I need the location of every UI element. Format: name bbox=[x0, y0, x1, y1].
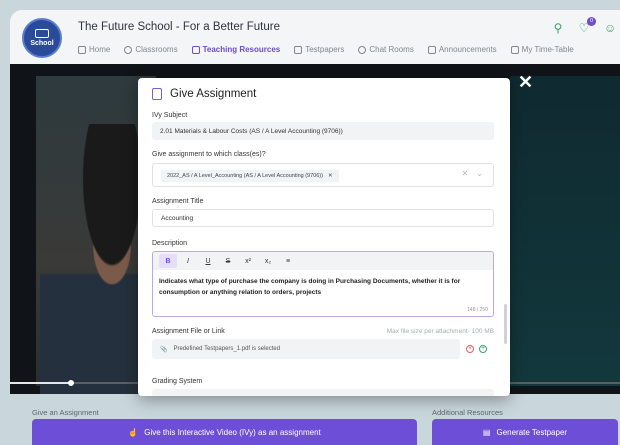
modal-title: Give Assignment bbox=[152, 88, 256, 100]
add-file-icon[interactable]: + bbox=[479, 345, 487, 353]
give-assignment-section-label: Give an Assignment bbox=[32, 408, 99, 417]
max-file-size: Max file size per attachment- 100 MB bbox=[386, 328, 494, 335]
description-text[interactable]: Indicates what type of purchase the comp… bbox=[153, 270, 493, 304]
button-label: Give this Interactive Video (IVy) as an … bbox=[144, 427, 321, 437]
char-counter: 148 / 250 bbox=[467, 307, 488, 313]
editor-toolbar: B I U S x² x₂ ≡ bbox=[153, 252, 493, 270]
nav-teaching-resources[interactable]: Teaching Resources bbox=[191, 45, 281, 54]
modal-scrollbar[interactable] bbox=[504, 304, 507, 344]
video-progress-fill bbox=[10, 382, 71, 384]
assignment-title-input[interactable]: Accounting bbox=[152, 209, 494, 227]
document-icon: ▤ bbox=[482, 427, 491, 437]
modal-title-text: Give Assignment bbox=[170, 88, 257, 100]
list-button[interactable]: ≡ bbox=[279, 254, 297, 268]
chat-icon bbox=[358, 45, 367, 54]
nav-chat-rooms[interactable]: Chat Rooms bbox=[358, 45, 414, 54]
bottom-actions: Give an Assignment ☝ Give this Interacti… bbox=[10, 394, 620, 445]
nav-label: My Time-Table bbox=[521, 45, 574, 54]
remove-file-icon[interactable]: × bbox=[466, 345, 474, 353]
generate-testpaper-button[interactable]: ▤ Generate Testpaper bbox=[432, 419, 618, 445]
megaphone-icon bbox=[427, 45, 436, 54]
clear-icon[interactable]: ✕ bbox=[462, 169, 469, 178]
nav-label: Home bbox=[89, 45, 111, 54]
button-label: Generate Testpaper bbox=[496, 427, 568, 437]
main-nav: Home Classrooms Teaching Resources Testp… bbox=[78, 45, 574, 54]
paperclip-icon: 📎 bbox=[160, 346, 168, 353]
chip-label: 2022_AS / A Level_Accounting (AS / A Lev… bbox=[167, 173, 323, 179]
superscript-button[interactable]: x² bbox=[239, 254, 257, 268]
app-header: School The Future School - For a Better … bbox=[10, 10, 620, 64]
description-label: Description bbox=[152, 240, 188, 247]
give-assignment-modal: Give Assignment IVy Subject 2.01 Materia… bbox=[138, 78, 510, 396]
nav-label: Teaching Resources bbox=[202, 45, 281, 54]
file-row: 📎 Predefined Testpapers_1.pdf is selecte… bbox=[152, 339, 494, 359]
ivy-subject-field: 2.01 Materials & Labour Costs (AS / A Le… bbox=[152, 122, 494, 140]
testpapers-icon bbox=[294, 45, 303, 54]
logo-text: School bbox=[30, 40, 54, 47]
grading-label: Grading System bbox=[152, 378, 203, 385]
additional-resources-label: Additional Resources bbox=[432, 408, 503, 417]
nav-label: Testpapers bbox=[305, 45, 345, 54]
select-controls: ✕ ⌄ bbox=[462, 169, 483, 178]
file-field: 📎 Predefined Testpapers_1.pdf is selecte… bbox=[152, 339, 460, 359]
classrooms-icon bbox=[124, 45, 133, 54]
subscript-button[interactable]: x₂ bbox=[259, 254, 277, 268]
close-icon[interactable]: ✕ bbox=[518, 72, 533, 93]
class-chip: 2022_AS / A Level_Accounting (AS / A Lev… bbox=[161, 170, 339, 182]
video-progress-handle[interactable] bbox=[68, 380, 74, 386]
chip-remove-icon[interactable]: ✕ bbox=[328, 173, 333, 179]
class-select[interactable]: 2022_AS / A Level_Accounting (AS / A Lev… bbox=[152, 163, 494, 187]
chevron-down-icon[interactable]: ⌄ bbox=[476, 169, 483, 178]
nav-testpapers[interactable]: Testpapers bbox=[294, 45, 344, 54]
nav-classrooms[interactable]: Classrooms bbox=[124, 45, 178, 54]
nav-announcements[interactable]: Announcements bbox=[427, 45, 497, 54]
nav-home[interactable]: Home bbox=[78, 45, 110, 54]
description-editor[interactable]: B I U S x² x₂ ≡ Indicates what type of p… bbox=[152, 251, 494, 317]
nav-label: Announcements bbox=[438, 45, 497, 54]
notification-badge: 0 bbox=[587, 17, 596, 26]
header-actions: ⚲ ♡ 0 ☺ bbox=[552, 17, 616, 34]
school-logo[interactable]: School bbox=[22, 18, 62, 58]
hand-icon: ☝ bbox=[128, 427, 139, 437]
give-ivy-assignment-button[interactable]: ☝ Give this Interactive Video (IVy) as a… bbox=[32, 419, 417, 445]
bold-button[interactable]: B bbox=[159, 254, 177, 268]
italic-button[interactable]: I bbox=[179, 254, 197, 268]
site-title: The Future School - For a Better Future bbox=[78, 21, 280, 33]
bell-icon[interactable]: ♡ 0 bbox=[578, 17, 596, 34]
assignment-icon bbox=[152, 88, 162, 100]
file-actions: × + bbox=[466, 345, 487, 353]
class-select-label: Give assignment to which class(es)? bbox=[152, 151, 266, 158]
file-label: Assignment File or Link bbox=[152, 328, 225, 335]
ivy-subject-label: IVy Subject bbox=[152, 112, 188, 119]
file-value: Predefined Testpapers_1.pdf is selected bbox=[173, 346, 281, 352]
nav-label: Chat Rooms bbox=[369, 45, 414, 54]
nav-time-table[interactable]: My Time-Table bbox=[510, 45, 574, 54]
home-icon bbox=[78, 45, 86, 54]
book-icon bbox=[35, 29, 49, 38]
underline-button[interactable]: U bbox=[199, 254, 217, 268]
grading-select[interactable] bbox=[152, 389, 494, 396]
resources-icon bbox=[191, 45, 200, 54]
search-icon[interactable]: ⚲ bbox=[552, 22, 564, 34]
user-icon[interactable]: ☺ bbox=[604, 22, 616, 34]
strikethrough-button[interactable]: S bbox=[219, 254, 237, 268]
nav-label: Classrooms bbox=[135, 45, 178, 54]
calendar-icon bbox=[510, 45, 519, 54]
assignment-title-label: Assignment Title bbox=[152, 198, 204, 205]
video-frame-right bbox=[510, 76, 620, 386]
